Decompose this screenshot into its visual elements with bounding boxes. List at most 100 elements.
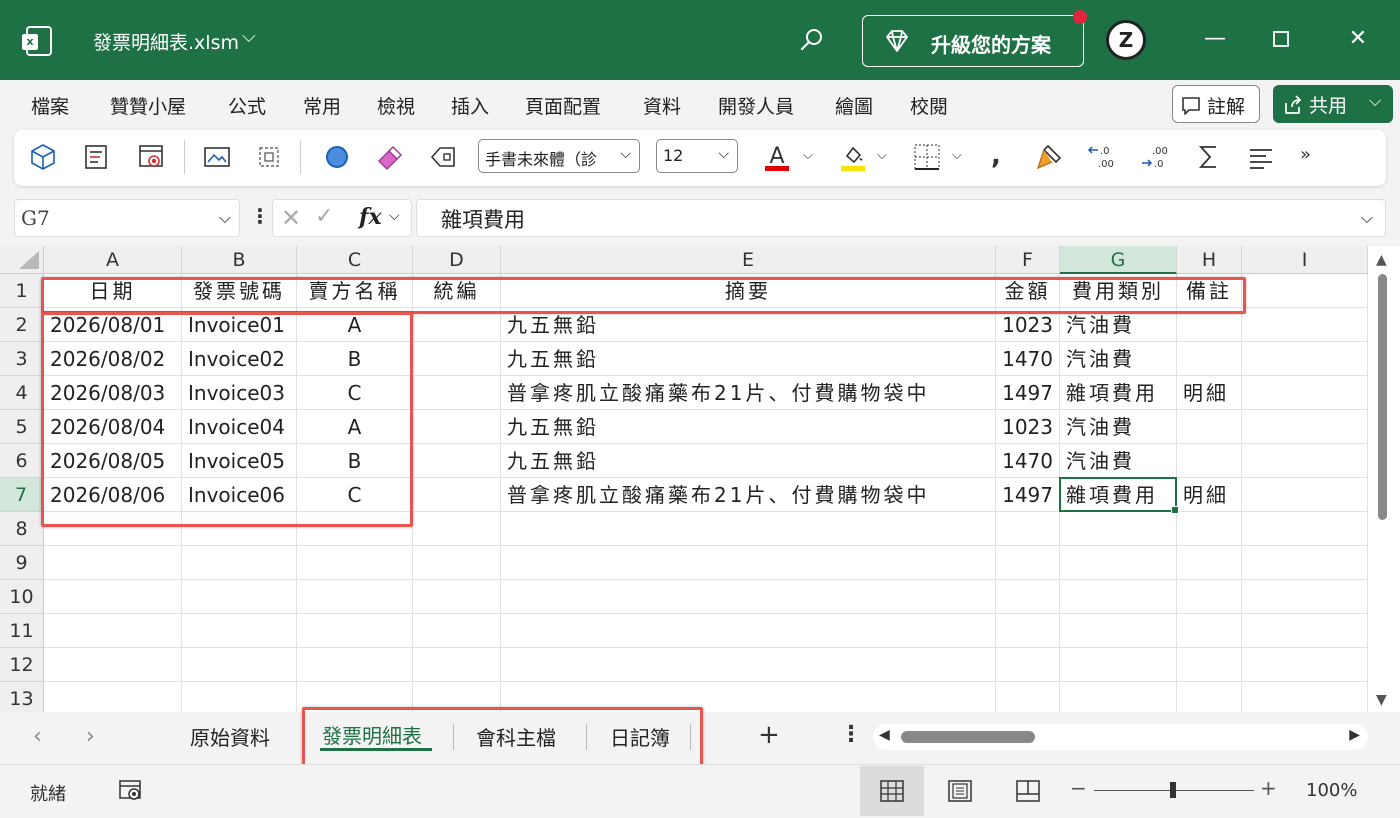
3d-model-icon[interactable]	[28, 142, 58, 172]
cell-f12[interactable]	[996, 648, 1060, 682]
chevron-down-icon[interactable]: ⌵	[389, 208, 400, 224]
cell-e4[interactable]: 普拿疼肌立酸痛藥布21片、付費購物袋中	[501, 376, 996, 410]
zoom-out-button[interactable]: −	[1070, 776, 1087, 800]
scroll-left-icon[interactable]: ◀	[879, 727, 890, 743]
decrease-decimal-icon[interactable]: .0 .00	[1086, 142, 1116, 172]
format-painter-icon[interactable]	[1034, 142, 1064, 172]
increase-decimal-icon[interactable]: .00 .0	[1140, 142, 1170, 172]
cell-a13[interactable]	[44, 682, 182, 712]
cell-a4[interactable]: 2026/08/03	[44, 376, 182, 410]
row-header-12[interactable]: 12	[0, 648, 44, 682]
cell-e5[interactable]: 九五無鉛	[501, 410, 996, 444]
cell-f2[interactable]: 1023	[996, 308, 1060, 342]
cell-a6[interactable]: 2026/08/05	[44, 444, 182, 478]
menu-formulas[interactable]: 公式	[228, 92, 266, 119]
column-header-d[interactable]: D	[413, 246, 501, 274]
cell-d7[interactable]	[413, 478, 501, 512]
cell-c13[interactable]	[297, 682, 413, 712]
scroll-down-icon[interactable]: ▼	[1376, 692, 1387, 708]
chevron-down-icon[interactable]: ⌵	[242, 26, 256, 47]
cell-a12[interactable]	[44, 648, 182, 682]
cell-e12[interactable]	[501, 648, 996, 682]
shape-circle-icon[interactable]	[322, 142, 352, 172]
autosum-icon[interactable]	[1194, 142, 1224, 172]
cell-e2[interactable]: 九五無鉛	[501, 308, 996, 342]
chevron-down-icon[interactable]: ⌵	[877, 148, 887, 163]
cell-h1[interactable]: 備註	[1177, 274, 1242, 308]
eraser-icon[interactable]	[374, 142, 404, 172]
scrollbar-thumb[interactable]	[1378, 274, 1387, 520]
cell-b9[interactable]	[182, 546, 297, 580]
cell-a2[interactable]: 2026/08/01	[44, 308, 182, 342]
cell-i4[interactable]	[1242, 376, 1368, 410]
cell-c12[interactable]	[297, 648, 413, 682]
chevron-down-icon[interactable]: ⌵	[952, 148, 962, 163]
minimize-button[interactable]: —	[1200, 24, 1230, 54]
column-header-b[interactable]: B	[182, 246, 297, 274]
cell-e13[interactable]	[501, 682, 996, 712]
cell-i10[interactable]	[1242, 580, 1368, 614]
cell-d10[interactable]	[413, 580, 501, 614]
cell-i1[interactable]	[1242, 274, 1368, 308]
cell-g8[interactable]	[1060, 512, 1177, 546]
menu-page-layout[interactable]: 頁面配置	[525, 92, 601, 119]
row-header-6[interactable]: 6	[0, 444, 44, 478]
cell-f3[interactable]: 1470	[996, 342, 1060, 376]
cell-d13[interactable]	[413, 682, 501, 712]
cell-i3[interactable]	[1242, 342, 1368, 376]
menu-zanzan[interactable]: 贊贊小屋	[110, 92, 186, 119]
formula-input[interactable]: 雜項費用 ⌵	[416, 199, 1386, 237]
cell-i6[interactable]	[1242, 444, 1368, 478]
zoom-level[interactable]: 100%	[1306, 780, 1357, 801]
scroll-up-icon[interactable]: ▲	[1376, 252, 1387, 268]
more-commands-icon[interactable]: »	[1300, 144, 1311, 165]
fill-color-icon[interactable]	[838, 142, 868, 172]
cell-e7[interactable]: 普拿疼肌立酸痛藥布21片、付費購物袋中	[501, 478, 996, 512]
cell-d4[interactable]	[413, 376, 501, 410]
more-options-icon[interactable]: ⋮	[250, 204, 270, 228]
chevron-left-icon[interactable]: ‹	[33, 724, 42, 749]
insert-picture-icon[interactable]	[202, 142, 232, 172]
chevron-down-icon[interactable]: ⌵	[1361, 208, 1373, 228]
cell-h6[interactable]	[1177, 444, 1242, 478]
font-name-select[interactable]: 手書未來體（診 ⌵	[478, 139, 640, 173]
align-left-icon[interactable]	[1246, 142, 1276, 172]
cell-d5[interactable]	[413, 410, 501, 444]
more-sheets-icon[interactable]: ⋮	[840, 722, 862, 747]
cell-g3[interactable]: 汽油費	[1060, 342, 1177, 376]
cell-i11[interactable]	[1242, 614, 1368, 648]
cell-g1[interactable]: 費用類別	[1060, 274, 1177, 308]
menu-developer[interactable]: 開發人員	[718, 92, 794, 119]
sheet-tab-journal[interactable]: 日記簿	[610, 722, 670, 751]
cell-g7[interactable]: 雜項費用	[1060, 478, 1177, 512]
comma-style-icon[interactable]: ,	[982, 142, 1012, 172]
cell-i9[interactable]	[1242, 546, 1368, 580]
avatar[interactable]: Z	[1106, 20, 1146, 60]
cell-c5[interactable]: A	[297, 410, 413, 444]
cell-g5[interactable]: 汽油費	[1060, 410, 1177, 444]
page-break-view-button[interactable]	[996, 766, 1060, 816]
select-object-icon[interactable]	[254, 142, 284, 172]
cell-g12[interactable]	[1060, 648, 1177, 682]
close-button[interactable]: ✕	[1343, 24, 1373, 54]
cell-a10[interactable]	[44, 580, 182, 614]
cell-c6[interactable]: B	[297, 444, 413, 478]
select-all-button[interactable]	[0, 246, 44, 274]
form-icon[interactable]	[82, 142, 112, 172]
column-header-c[interactable]: C	[297, 246, 413, 274]
row-header-8[interactable]: 8	[0, 512, 44, 546]
cell-b6[interactable]: Invoice05	[182, 444, 297, 478]
cell-h11[interactable]	[1177, 614, 1242, 648]
column-header-h[interactable]: H	[1177, 246, 1242, 274]
cell-h9[interactable]	[1177, 546, 1242, 580]
row-header-5[interactable]: 5	[0, 410, 44, 444]
cell-d6[interactable]	[413, 444, 501, 478]
cell-h13[interactable]	[1177, 682, 1242, 712]
cell-h5[interactable]	[1177, 410, 1242, 444]
check-icon[interactable]: ✓	[315, 204, 333, 229]
cell-e8[interactable]	[501, 512, 996, 546]
cell-e10[interactable]	[501, 580, 996, 614]
cell-i2[interactable]	[1242, 308, 1368, 342]
menu-data[interactable]: 資料	[643, 92, 681, 119]
cancel-icon[interactable]: ✕	[281, 204, 301, 232]
